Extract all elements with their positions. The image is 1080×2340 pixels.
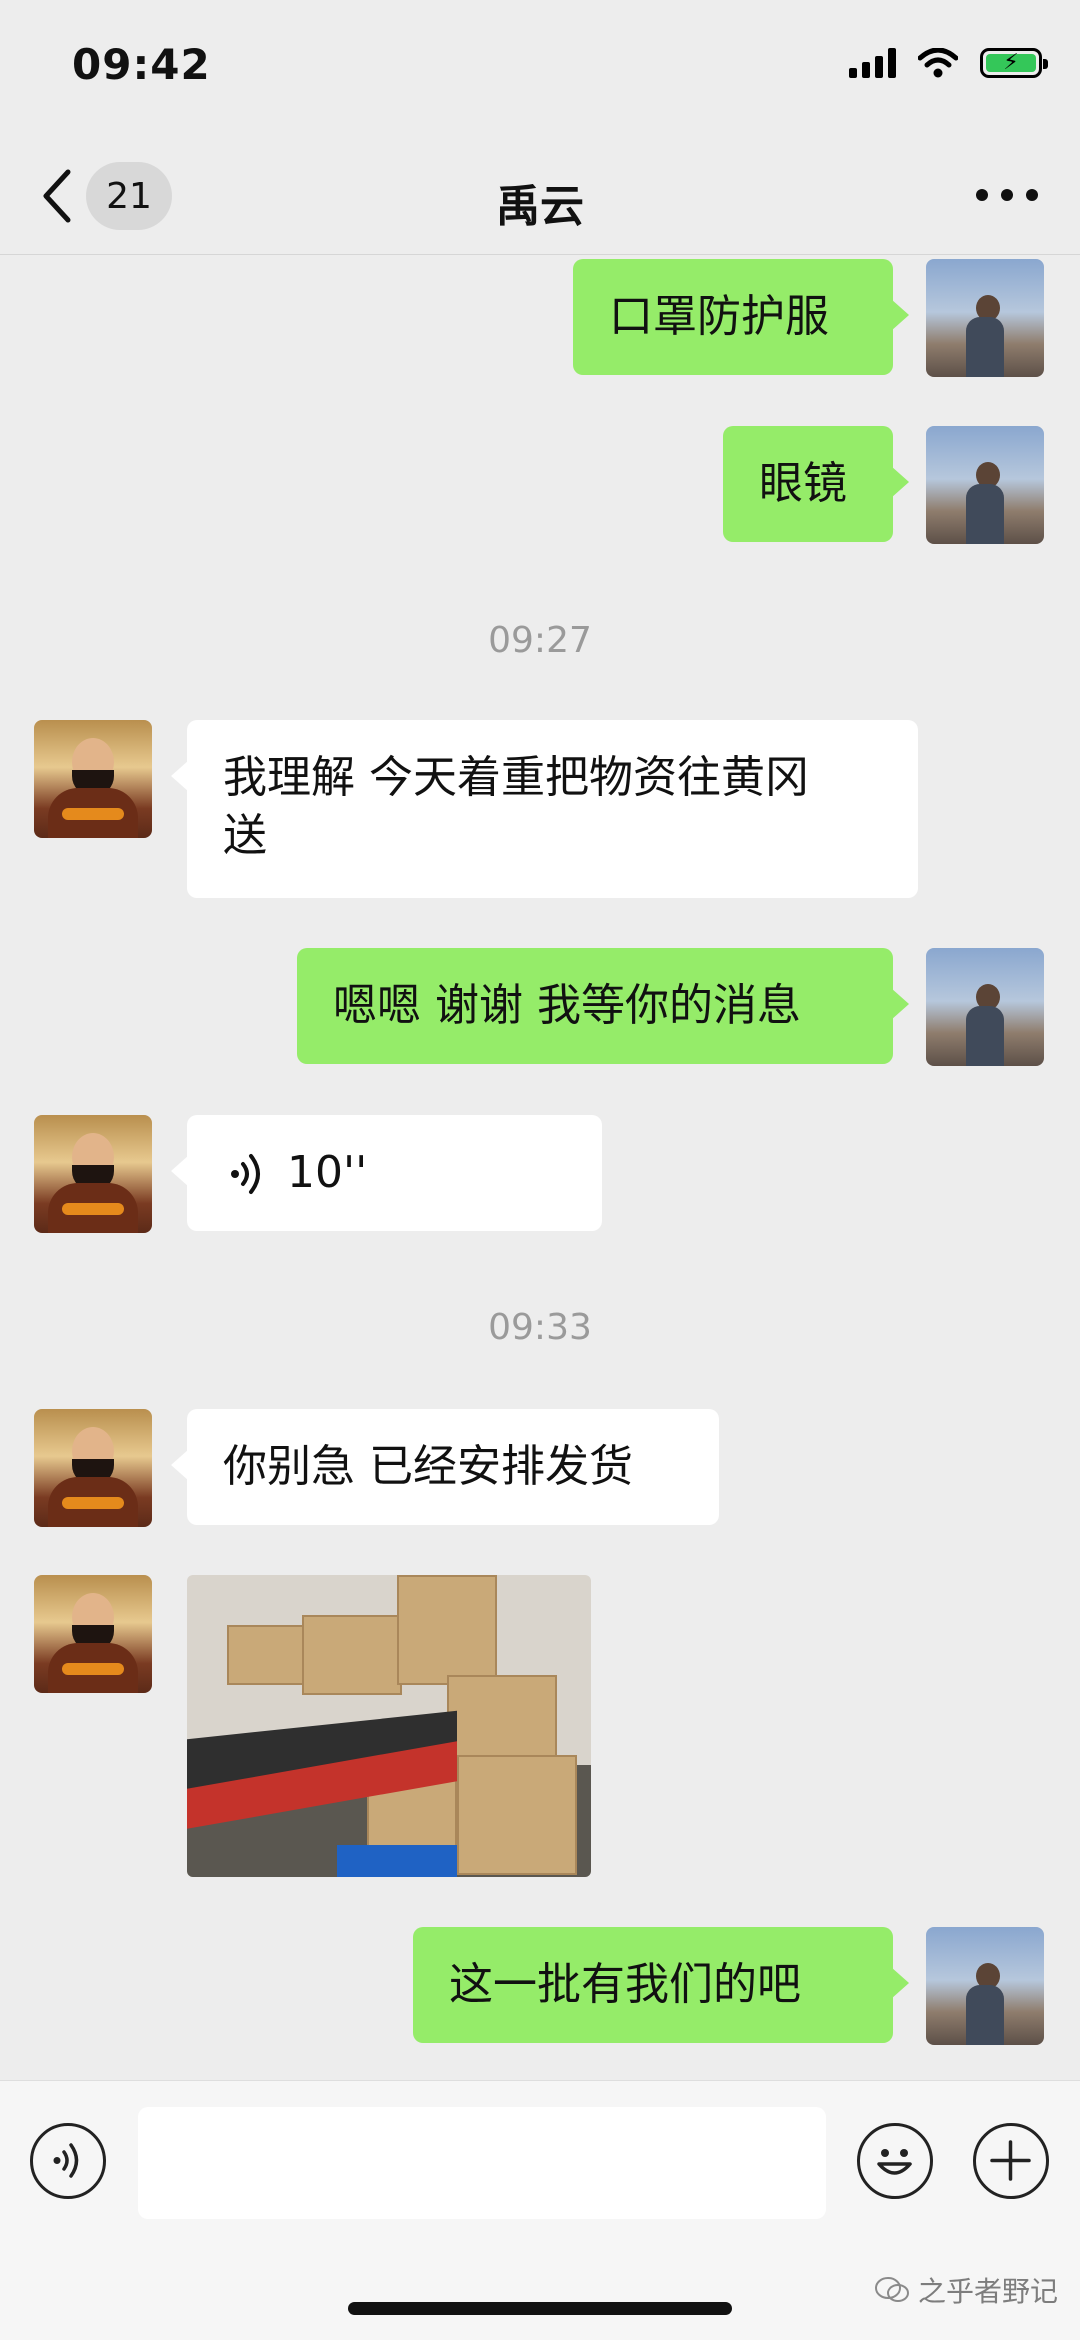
message-row-outgoing: 口罩防护服 (0, 259, 1080, 379)
message-bubble[interactable]: 口罩防护服 (573, 259, 909, 375)
message-bubble[interactable]: 嗯嗯 谢谢 我等你的消息 (297, 948, 909, 1064)
message-row-incoming: 你别急 已经安排发货 (0, 1409, 1080, 1529)
message-bubble[interactable]: 这一批有我们的吧 (413, 1927, 909, 2043)
contact-avatar[interactable] (34, 1409, 152, 1527)
watermark-text: 之乎者野记 (917, 2275, 1058, 2308)
message-row-outgoing: 眼镜 (0, 426, 1080, 546)
more-icon[interactable] (972, 170, 1042, 220)
my-avatar[interactable] (926, 948, 1044, 1066)
my-avatar[interactable] (926, 259, 1044, 377)
image-message[interactable] (187, 1575, 591, 1877)
contact-avatar[interactable] (34, 1115, 152, 1233)
voice-duration: 10'' (287, 1147, 368, 1198)
message-bubble[interactable]: 我理解 今天着重把物资往黄冈 送 (171, 720, 918, 898)
message-timestamp: 09:33 (488, 1307, 592, 1348)
signal-icon (849, 48, 896, 78)
status-icons: ⚡ (849, 48, 1048, 78)
contact-avatar[interactable] (34, 1575, 152, 1693)
message-list[interactable]: 口罩防护服 眼镜 09:27 我理解 今天着重把物资往黄冈 送 嗯嗯 谢谢 我等… (0, 255, 1080, 2080)
wifi-icon (918, 48, 958, 78)
message-bubble[interactable]: 你别急 已经安排发货 (171, 1409, 719, 1525)
plus-icon (990, 2140, 1031, 2181)
voice-icon (231, 1154, 260, 1194)
message-row-outgoing: 嗯嗯 谢谢 我等你的消息 (0, 948, 1080, 1068)
chat-header: 21 禹云 (0, 140, 1080, 255)
message-row-incoming: 10'' (0, 1115, 1080, 1235)
voice-message-bubble[interactable]: 10'' (171, 1115, 602, 1231)
message-timestamp: 09:27 (488, 620, 592, 661)
plus-button[interactable] (973, 2123, 1049, 2199)
message-row-incoming (0, 1575, 1080, 1880)
status-time: 09:42 (72, 40, 211, 89)
contact-avatar[interactable] (34, 720, 152, 838)
my-avatar[interactable] (926, 426, 1044, 544)
message-bubble[interactable]: 眼镜 (723, 426, 909, 542)
emoji-button[interactable] (857, 2123, 933, 2199)
my-avatar[interactable] (926, 1927, 1044, 2045)
home-indicator[interactable] (348, 2302, 732, 2315)
voice-icon (53, 2143, 79, 2178)
wechat-logo-icon (874, 2277, 909, 2302)
watermark: 之乎者野记 (874, 2270, 1058, 2310)
voice-input-button[interactable] (30, 2123, 106, 2199)
message-row-incoming: 我理解 今天着重把物资往黄冈 送 (0, 720, 1080, 900)
battery-icon: ⚡ (980, 48, 1048, 78)
message-input[interactable] (138, 2107, 826, 2219)
emoji-icon (877, 2149, 912, 2175)
chat-title: 禹云 (496, 181, 584, 232)
status-bar: 09:42 ⚡ (0, 0, 1080, 140)
message-row-outgoing: 这一批有我们的吧 (0, 1927, 1080, 2047)
